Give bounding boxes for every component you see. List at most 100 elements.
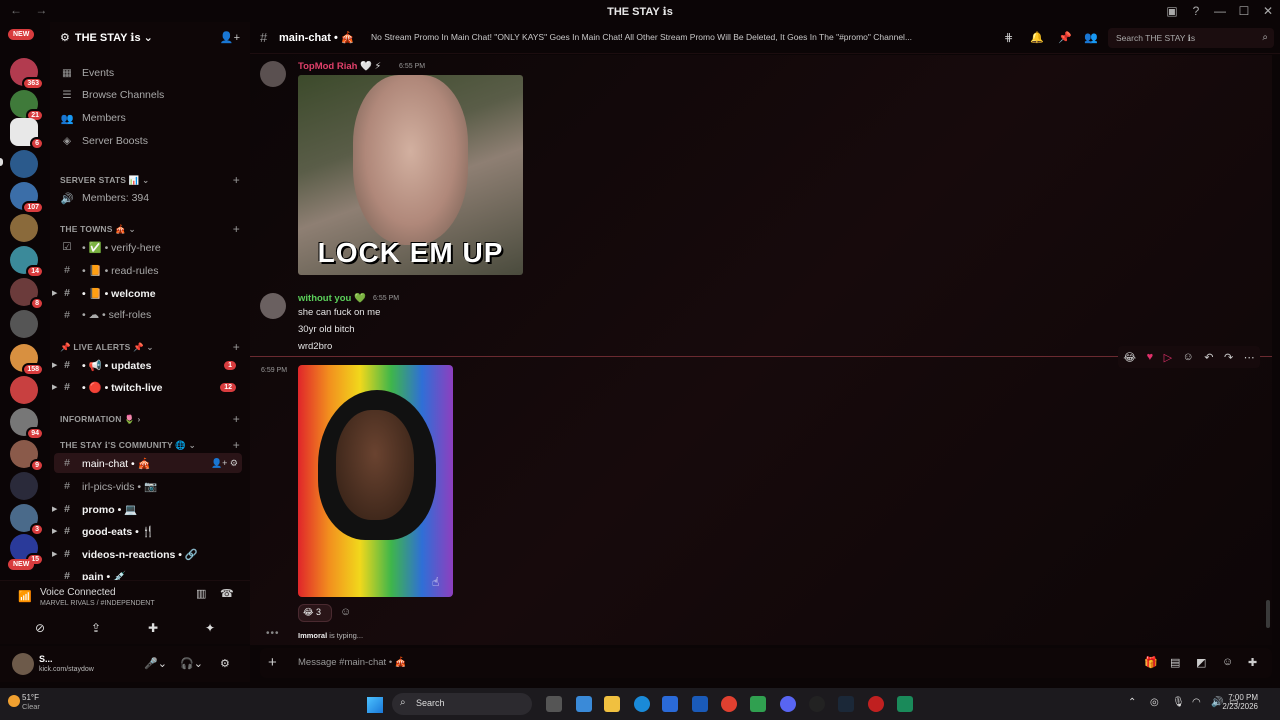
channel-good-eats[interactable]: ▶ # good-eats • 🍴 [52, 521, 242, 541]
sticker-icon[interactable]: ◩ [1196, 656, 1206, 669]
gif-attachment[interactable]: LOCK EM UP [298, 75, 523, 275]
server-icon[interactable]: 6 [10, 118, 44, 150]
pin-icon[interactable]: 📌 [1058, 31, 1072, 44]
members-count-channel[interactable]: 🔊 Members: 394 [54, 188, 242, 208]
server-icon[interactable]: 363 [10, 58, 44, 90]
activities-button[interactable]: ✚ [127, 617, 179, 639]
add-channel-icon[interactable]: + [233, 222, 240, 236]
avatar[interactable] [260, 61, 286, 87]
minimize-button[interactable]: — [1208, 4, 1232, 18]
server-icon[interactable]: 94 [10, 408, 44, 440]
add-channel-icon[interactable]: + [233, 412, 240, 426]
channel-promo[interactable]: ▶ # promo • 💻 [52, 499, 242, 519]
app-icon[interactable] [868, 696, 884, 712]
server-icon[interactable] [10, 214, 38, 242]
avatar[interactable] [260, 293, 286, 319]
server-icon[interactable] [10, 376, 38, 404]
inbox-icon[interactable]: ▣ [1160, 4, 1184, 18]
category-live-alerts[interactable]: 📌 LIVE ALERTS 📌 ⌄ + [60, 340, 240, 354]
category-server-stats[interactable]: SERVER STATS 📊 ⌄ + [60, 173, 240, 187]
wifi-icon[interactable]: ◠ [1192, 697, 1201, 708]
weather-widget[interactable]: 51°F Clear [8, 693, 40, 711]
add-channel-icon[interactable]: + [233, 173, 240, 187]
channel-verify-here[interactable]: ☑ • ✅ • verify-here [54, 237, 242, 257]
more-options-icon[interactable]: ⋯ [1244, 351, 1255, 364]
channel-irl-pics-vids[interactable]: # irl-pics-vids • 📷 [54, 476, 242, 496]
apps-icon[interactable]: ✚ [1248, 656, 1257, 669]
server-boosts-item[interactable]: ◈ Server Boosts [54, 131, 242, 151]
maximize-button[interactable]: ☐ [1232, 4, 1256, 18]
screen-share-button[interactable]: ⇪ [70, 617, 122, 639]
invite-icon[interactable]: 👤+ [220, 31, 240, 44]
add-reaction-icon[interactable]: ☺ [1183, 351, 1194, 363]
server-icon[interactable]: 14 [10, 246, 44, 278]
server-icon[interactable] [10, 472, 38, 500]
chrome-icon[interactable] [721, 696, 737, 712]
tray-app-icon[interactable]: ◎ [1150, 697, 1159, 708]
taskbar-search[interactable]: ⌕ Search [392, 693, 532, 715]
help-icon[interactable]: ? [1184, 4, 1208, 18]
laugh-react-icon[interactable]: 😂 [1123, 351, 1136, 364]
browse-channels-item[interactable]: ☰ Browse Channels [54, 85, 242, 105]
copilot-icon[interactable] [576, 696, 592, 712]
outlook-icon[interactable] [692, 696, 708, 712]
channel-self-roles[interactable]: # • ☁ • self-roles [54, 305, 242, 325]
tray-chevron-icon[interactable]: ⌃ [1128, 697, 1136, 708]
category-community[interactable]: THE STAY ℹ︎'S COMMUNITY 🌐 ⌄ + [60, 438, 240, 452]
app-icon[interactable] [750, 696, 766, 712]
server-name-button[interactable]: ⚙ THE STAY ℹ︎s ⌄ [60, 31, 153, 44]
headphones-icon[interactable]: 🎧⌄ [180, 657, 203, 670]
events-item[interactable]: ▦ Events [54, 63, 242, 83]
edge-icon[interactable] [634, 696, 650, 712]
message-author[interactable]: without you 💚 [298, 293, 366, 304]
server-icon[interactable]: 9 [10, 440, 44, 472]
message-input-placeholder[interactable]: Message #main-chat • 🎪 [298, 657, 407, 668]
add-channel-icon[interactable]: + [233, 340, 240, 354]
channel-twitch-live[interactable]: ▶ # • 🔴 • twitch-live 12 [52, 377, 242, 397]
server-icon[interactable]: 3 [10, 504, 44, 536]
message-author[interactable]: TopMod Riah 🤍 ⚡ [298, 61, 381, 72]
discord-icon[interactable] [780, 696, 796, 712]
channel-welcome[interactable]: ▶ # • 📙 • welcome [52, 283, 242, 303]
channel-videos-n-reactions[interactable]: ▶ # videos-n-reactions • 🔗 [52, 544, 242, 564]
channel-updates[interactable]: ▶ # • 📢 • updates 1 [52, 355, 242, 375]
obs-icon[interactable] [809, 696, 825, 712]
gif-icon[interactable]: ▤ [1170, 656, 1180, 669]
channel-main-chat[interactable]: # main-chat • 🎪 👤+ ⚙ [54, 453, 242, 473]
category-the-towns[interactable]: THE TOWNS 🎪 ⌄ + [60, 222, 240, 236]
scrollbar[interactable] [1266, 600, 1270, 628]
microphone-icon[interactable]: 🎤⌄ [144, 657, 167, 670]
server-icon[interactable]: 158 [10, 344, 44, 376]
tray-mic-icon[interactable]: 🎙 [1172, 697, 1185, 708]
message-composer[interactable]: + Message #main-chat • 🎪 🎁 ▤ ◩ ☺ ✚ [260, 648, 1272, 678]
camera-off-button[interactable]: ⊘ [14, 617, 66, 639]
server-icon[interactable] [10, 310, 38, 338]
app-icon[interactable] [897, 696, 913, 712]
server-icon[interactable]: 21 [10, 90, 44, 122]
emoji-icon[interactable]: ☺ [1222, 656, 1233, 668]
steam-icon[interactable] [838, 696, 854, 712]
soundboard-button[interactable]: ✦ [184, 617, 236, 639]
add-channel-icon[interactable]: + [233, 438, 240, 452]
noise-suppression-icon[interactable]: ▥ [196, 587, 206, 600]
upload-plus-icon[interactable]: + [268, 654, 277, 671]
server-icon[interactable]: 8 [10, 278, 44, 310]
start-button[interactable] [367, 697, 383, 713]
category-information[interactable]: INFORMATION 🌷 › + [60, 412, 240, 426]
avatar[interactable] [12, 653, 34, 675]
channel-settings-icons[interactable]: 👤+ ⚙ [211, 458, 238, 469]
channel-read-rules[interactable]: # • 📙 • read-rules [54, 260, 242, 280]
notification-bell-icon[interactable]: 🔔 [1030, 31, 1044, 44]
task-view-icon[interactable] [546, 696, 562, 712]
gift-icon[interactable]: 🎁 [1144, 656, 1158, 669]
members-item[interactable]: 👥 Members [54, 108, 242, 128]
file-explorer-icon[interactable] [604, 696, 620, 712]
forward-icon[interactable]: ↷ [1224, 351, 1233, 364]
clock[interactable]: 7:00 PM 2/23/2026 [1222, 693, 1258, 711]
server-icon[interactable] [10, 150, 38, 178]
heart-react-icon[interactable]: ♥ [1147, 351, 1154, 363]
reply-icon[interactable]: ↶ [1204, 351, 1213, 364]
close-button[interactable]: ✕ [1256, 4, 1280, 18]
add-reaction-icon[interactable]: ☺ [340, 606, 351, 618]
threads-icon[interactable]: ⋕ [1004, 31, 1013, 44]
